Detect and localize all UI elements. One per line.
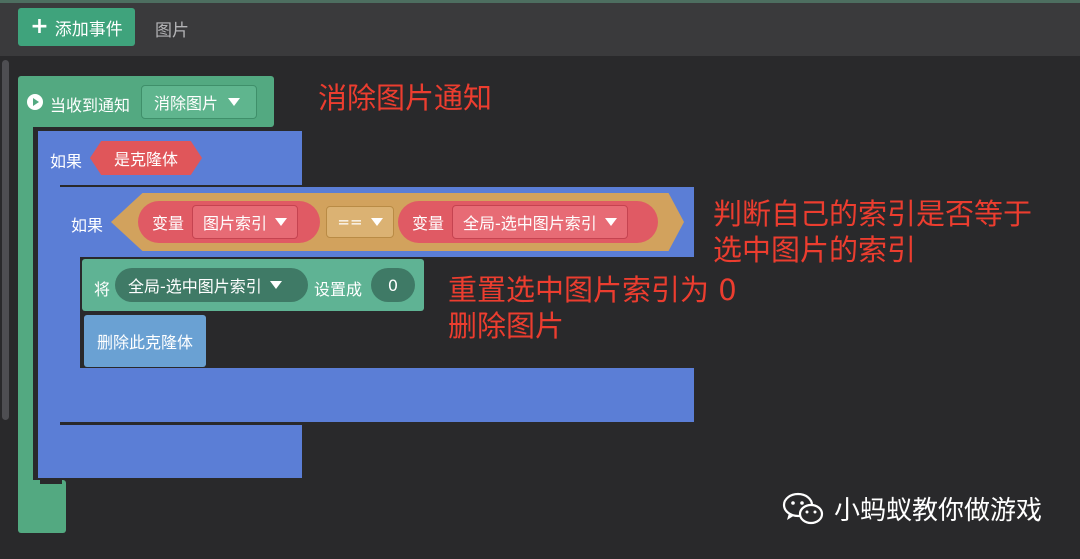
if-inner-label: 如果: [71, 216, 104, 235]
play-icon: [27, 94, 43, 110]
variable-dropdown-right[interactable]: 全局-选中图片索引: [452, 205, 628, 239]
event-label: 当收到通知: [50, 96, 131, 115]
annotation-reset-line2: 删除图片: [448, 309, 565, 343]
variable-word: 变量: [412, 214, 445, 233]
variable-dropdown-left[interactable]: 图片索引: [192, 205, 299, 239]
wechat-icon: [782, 492, 824, 524]
if-block-outer-spine: [38, 180, 60, 440]
notification-dropdown-value: 消除图片: [154, 94, 219, 113]
plus-icon: +: [30, 14, 49, 39]
set-variable-dropdown[interactable]: 全局-选中图片索引: [115, 268, 308, 302]
watermark: 小蚂蚁教你做游戏: [782, 490, 1042, 527]
dropdown-arrow-icon: [370, 218, 383, 226]
set-value-input[interactable]: 0: [371, 268, 415, 302]
is-clone-condition[interactable]: 是克隆体: [90, 141, 202, 175]
set-to-label: 设置成: [314, 280, 363, 299]
dropdown-arrow-icon: [269, 281, 282, 289]
annotation-notification: 消除图片通知: [318, 81, 493, 115]
if-block-outer-foot: [38, 425, 302, 478]
operator-value: ==: [337, 213, 363, 231]
set-word: 将: [94, 280, 111, 299]
variable-block-right[interactable]: 变量 全局-选中图片索引: [398, 201, 658, 243]
dropdown-arrow-icon: [275, 218, 288, 226]
tab-pictures[interactable]: 图片: [155, 16, 189, 41]
annotation-compare-line2: 选中图片的索引: [713, 233, 917, 267]
add-event-label: 添加事件: [54, 19, 123, 40]
annotation-reset: 重置选中图片索引为 0 删除图片: [448, 272, 737, 344]
if-outer-label: 如果: [50, 152, 83, 171]
event-block-foot: [18, 480, 66, 533]
operator-dropdown[interactable]: ==: [326, 206, 394, 238]
notification-dropdown[interactable]: 消除图片: [141, 85, 257, 119]
if-block-inner-foot: [58, 368, 694, 422]
dropdown-arrow-icon: [604, 218, 617, 226]
add-event-button[interactable]: + 添加事件: [18, 8, 135, 46]
watermark-text: 小蚂蚁教你做游戏: [834, 496, 1043, 526]
dropdown-arrow-icon: [228, 98, 241, 106]
variable-name: 全局-选中图片索引: [463, 214, 597, 233]
set-variable-name: 全局-选中图片索引: [128, 277, 262, 296]
variable-name: 图片索引: [203, 214, 268, 233]
annotation-reset-line1: 重置选中图片索引为 0: [448, 273, 737, 307]
delete-clone-block[interactable]: 删除此克隆体: [84, 315, 206, 367]
variable-block-left[interactable]: 变量 图片索引: [138, 201, 320, 243]
variable-word: 变量: [152, 214, 185, 233]
event-block-spine: [18, 124, 33, 486]
vertical-scrollbar[interactable]: [2, 60, 9, 420]
annotation-compare-line1: 判断自己的索引是否等于: [713, 197, 1033, 231]
annotation-compare: 判断自己的索引是否等于 选中图片的索引: [713, 196, 1032, 268]
